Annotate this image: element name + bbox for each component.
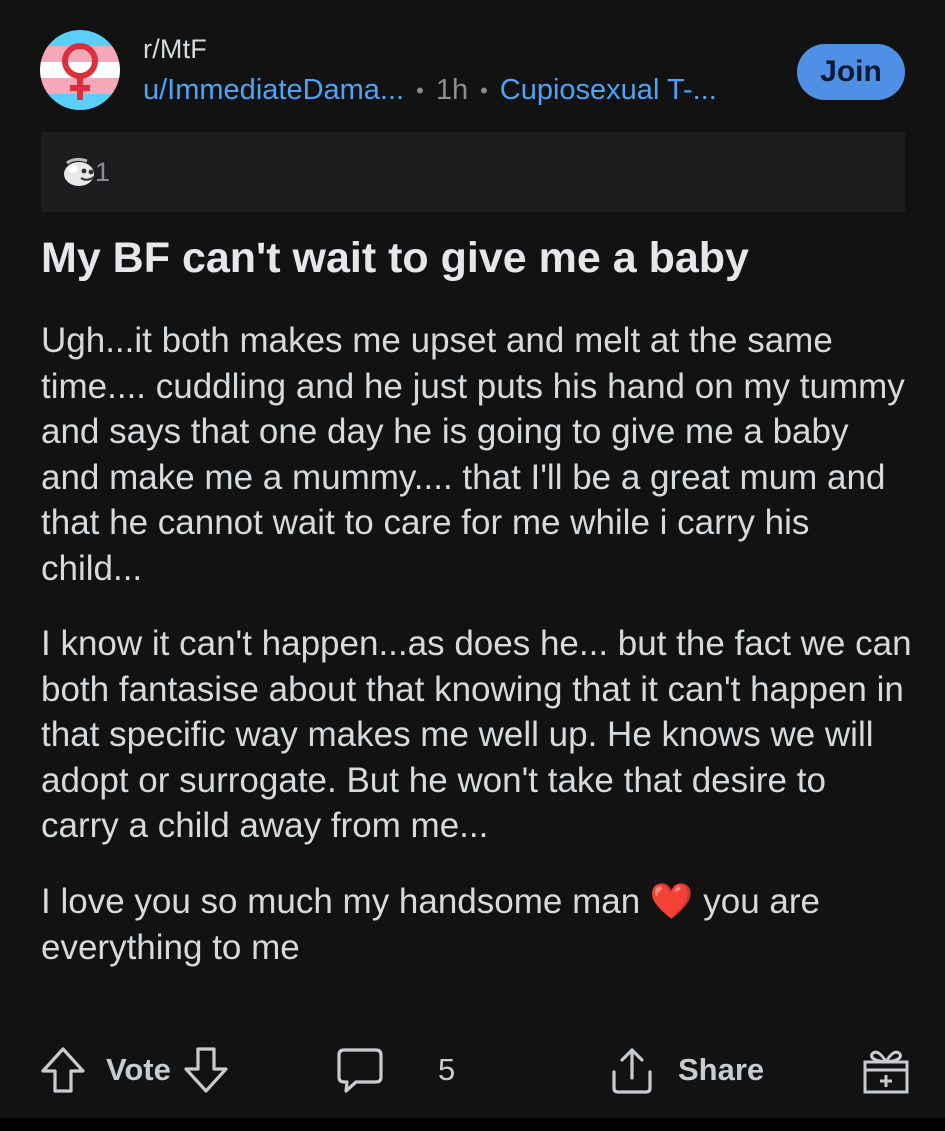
upvote-button[interactable]	[38, 1045, 88, 1095]
comments-count: 5	[438, 1052, 456, 1087]
body-paragraph: I know it can't happen...as does he... b…	[41, 624, 912, 845]
vote-label: Vote	[106, 1052, 171, 1087]
vote-group: Vote	[38, 1040, 231, 1100]
body-paragraph: Ugh...it both makes me upset and melt at…	[41, 321, 905, 588]
subreddit-avatar[interactable]	[40, 30, 120, 110]
author-username[interactable]: u/ImmediateDama...	[143, 74, 404, 107]
post-card: r/MtF u/ImmediateDama... • 1h • Cupiosex…	[0, 0, 945, 1131]
post-body: Ugh...it both makes me upset and melt at…	[41, 318, 913, 1001]
downvote-button[interactable]	[181, 1045, 231, 1095]
closing-text: I love you so much my handsome man	[41, 881, 641, 921]
bottom-divider	[0, 1118, 945, 1131]
body-closing: I love you so much my handsome man ❤️ yo…	[41, 879, 913, 971]
trans-flag-venus-icon	[40, 30, 120, 110]
user-flair[interactable]: Cupiosexual T-...	[500, 74, 717, 107]
meta-separator: •	[416, 77, 424, 103]
share-button[interactable]: Share	[606, 1040, 764, 1100]
share-label: Share	[678, 1052, 765, 1087]
awards-bar[interactable]: 1	[41, 132, 905, 212]
post-age: 1h	[435, 74, 469, 106]
meta-separator: •	[480, 77, 488, 103]
post-meta: u/ImmediateDama... • 1h • Cupiosexual T-…	[143, 74, 717, 107]
gift-icon	[863, 1050, 909, 1094]
comment-bubble-icon	[337, 1048, 383, 1093]
give-award-button[interactable]	[860, 1040, 912, 1100]
post-title: My BF can't wait to give me a baby	[41, 234, 749, 282]
heart-emoji-icon: ❤️	[649, 881, 694, 922]
join-button[interactable]: Join	[797, 44, 905, 100]
post-actions: Vote 5 Share	[38, 1040, 912, 1100]
share-icon	[612, 1048, 652, 1094]
subreddit-name[interactable]: r/MtF	[143, 34, 207, 65]
comments-button[interactable]: 5	[334, 1040, 455, 1100]
upvote-arrow-icon	[41, 1047, 85, 1093]
award-count: 1	[95, 156, 111, 187]
downvote-arrow-icon	[184, 1047, 228, 1093]
